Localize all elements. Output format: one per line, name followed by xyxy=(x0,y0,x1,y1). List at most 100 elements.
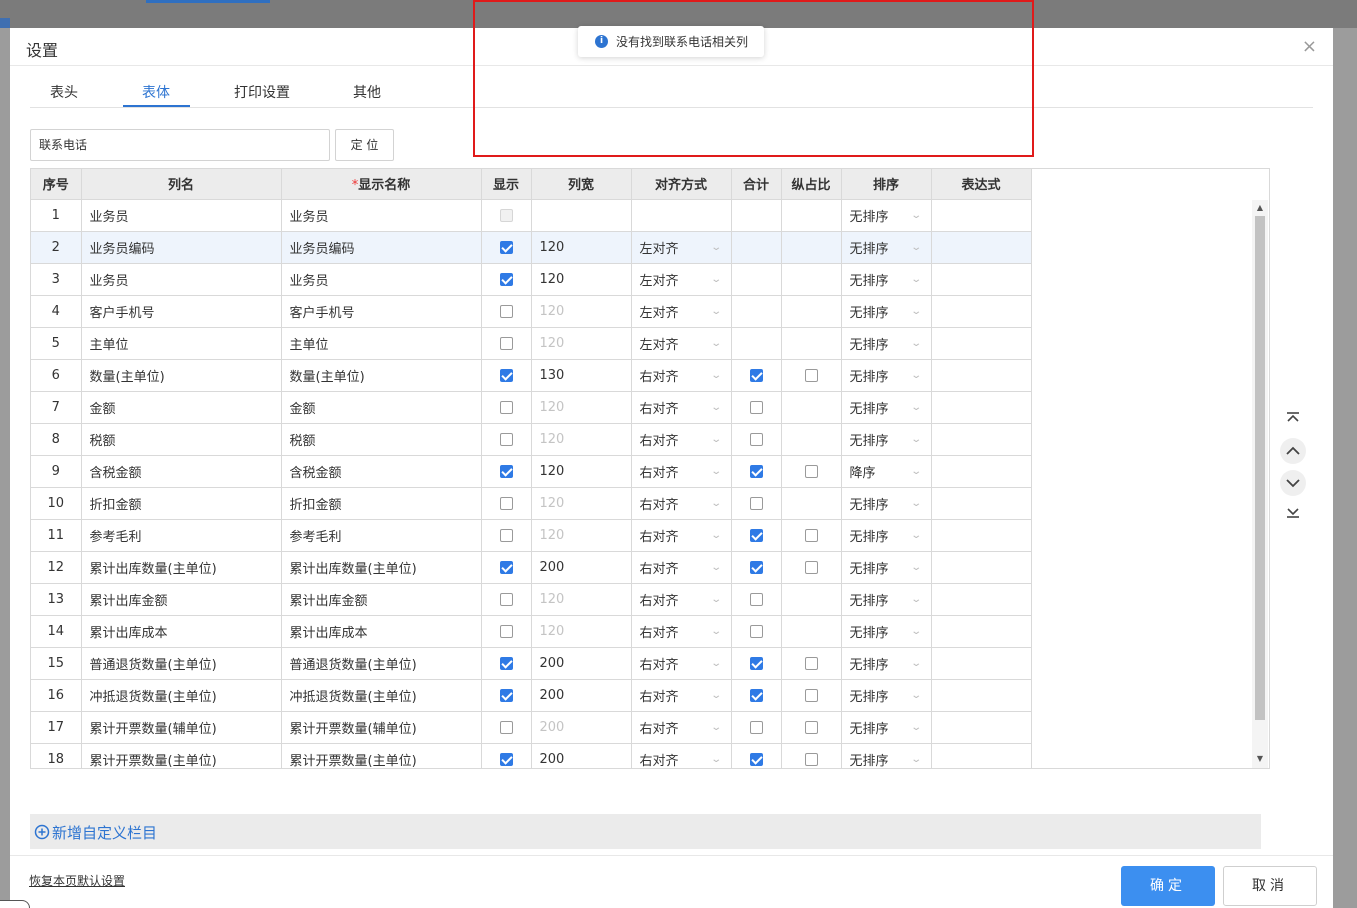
width-cell[interactable]: 120 xyxy=(531,391,632,424)
sum-checkbox[interactable] xyxy=(749,720,763,734)
table-row[interactable]: 16 冲抵退货数量(主单位) 冲抵退货数量(主单位) 200 右对齐 ⌄ 无排序 ⌄ xyxy=(31,679,1032,712)
sum-checkbox[interactable] xyxy=(749,528,763,542)
width-cell[interactable]: 120 xyxy=(531,583,632,616)
expression-cell[interactable] xyxy=(931,583,1032,616)
sum-checkbox[interactable] xyxy=(749,592,763,606)
move-up-icon[interactable] xyxy=(1280,438,1306,464)
table-row[interactable]: 6 数量(主单位) 数量(主单位) 130 右对齐 ⌄ 无排序 ⌄ xyxy=(31,359,1032,392)
sort-select[interactable]: 降序 ⌄ xyxy=(841,455,932,488)
align-select[interactable]: 右对齐 ⌄ xyxy=(631,743,732,768)
expression-cell[interactable] xyxy=(931,487,1032,520)
sort-select[interactable]: 无排序 ⌄ xyxy=(841,679,932,712)
sort-select[interactable]: 无排序 ⌄ xyxy=(841,551,932,584)
width-cell[interactable]: 200 xyxy=(531,679,632,712)
table-row[interactable]: 10 折扣金额 折扣金额 120 右对齐 ⌄ 无排序 ⌄ xyxy=(31,487,1032,520)
sort-select[interactable]: 无排序 ⌄ xyxy=(841,295,932,328)
table-row[interactable]: 7 金额 金额 120 右对齐 ⌄ 无排序 ⌄ xyxy=(31,391,1032,424)
display-name-cell[interactable]: 税额 xyxy=(281,423,482,456)
sum-checkbox[interactable] xyxy=(749,432,763,446)
display-name-cell[interactable]: 累计开票数量(主单位) xyxy=(281,743,482,768)
display-name-cell[interactable]: 参考毛利 xyxy=(281,519,482,552)
width-cell[interactable] xyxy=(531,199,632,232)
align-select[interactable]: 左对齐 ⌄ xyxy=(631,231,732,264)
table-row[interactable]: 17 累计开票数量(辅单位) 累计开票数量(辅单位) 200 右对齐 ⌄ 无排序 ⌄ xyxy=(31,711,1032,744)
sum-checkbox[interactable] xyxy=(749,368,763,382)
width-cell[interactable]: 120 xyxy=(531,231,632,264)
sort-select[interactable]: 无排序 ⌄ xyxy=(841,423,932,456)
align-select[interactable]: 右对齐 ⌄ xyxy=(631,711,732,744)
display-name-cell[interactable]: 业务员编码 xyxy=(281,231,482,264)
table-row[interactable]: 8 税额 税额 120 右对齐 ⌄ 无排序 ⌄ xyxy=(31,423,1032,456)
tab-print-settings[interactable]: 打印设置 xyxy=(234,82,290,102)
align-select[interactable]: 右对齐 ⌄ xyxy=(631,423,732,456)
show-checkbox[interactable] xyxy=(499,272,513,286)
sort-select[interactable]: 无排序 ⌄ xyxy=(841,391,932,424)
ratio-checkbox[interactable] xyxy=(804,368,818,382)
show-checkbox[interactable] xyxy=(499,656,513,670)
align-select[interactable]: 左对齐 ⌄ xyxy=(631,327,732,360)
sort-select[interactable]: 无排序 ⌄ xyxy=(841,583,932,616)
ratio-checkbox[interactable] xyxy=(804,560,818,574)
display-name-cell[interactable]: 累计开票数量(辅单位) xyxy=(281,711,482,744)
width-cell[interactable]: 120 xyxy=(531,487,632,520)
width-cell[interactable]: 120 xyxy=(531,263,632,296)
show-checkbox[interactable] xyxy=(499,400,513,414)
ratio-checkbox[interactable] xyxy=(804,528,818,542)
show-checkbox[interactable] xyxy=(499,592,513,606)
scroll-up-arrow-icon[interactable]: ▲ xyxy=(1252,203,1268,212)
ratio-checkbox[interactable] xyxy=(804,464,818,478)
align-select[interactable]: 右对齐 ⌄ xyxy=(631,519,732,552)
sum-checkbox[interactable] xyxy=(749,656,763,670)
align-select[interactable]: 左对齐 ⌄ xyxy=(631,295,732,328)
display-name-cell[interactable]: 普通退货数量(主单位) xyxy=(281,647,482,680)
width-cell[interactable]: 200 xyxy=(531,743,632,768)
search-input[interactable]: 联系电话 xyxy=(30,129,330,161)
show-checkbox[interactable] xyxy=(499,624,513,638)
expression-cell[interactable] xyxy=(931,359,1032,392)
sort-select[interactable]: 无排序 ⌄ xyxy=(841,487,932,520)
table-row[interactable]: 3 业务员 业务员 120 左对齐 ⌄ 无排序 ⌄ xyxy=(31,263,1032,296)
close-icon[interactable]: × xyxy=(1302,36,1317,57)
show-checkbox[interactable] xyxy=(499,688,513,702)
sort-select[interactable]: 无排序 ⌄ xyxy=(841,327,932,360)
ratio-checkbox[interactable] xyxy=(804,752,818,766)
width-cell[interactable]: 120 xyxy=(531,455,632,488)
sort-select[interactable]: 无排序 ⌄ xyxy=(841,199,932,232)
ratio-checkbox[interactable] xyxy=(804,656,818,670)
expression-cell[interactable] xyxy=(931,615,1032,648)
display-name-cell[interactable]: 累计出库数量(主单位) xyxy=(281,551,482,584)
show-checkbox[interactable] xyxy=(499,464,513,478)
sum-checkbox[interactable] xyxy=(749,752,763,766)
align-select[interactable] xyxy=(631,199,732,232)
width-cell[interactable]: 120 xyxy=(531,295,632,328)
expression-cell[interactable] xyxy=(931,231,1032,264)
width-cell[interactable]: 120 xyxy=(531,519,632,552)
move-down-icon[interactable] xyxy=(1280,470,1306,496)
scrollbar-thumb[interactable] xyxy=(1255,216,1265,720)
align-select[interactable]: 右对齐 ⌄ xyxy=(631,455,732,488)
sort-select[interactable]: 无排序 ⌄ xyxy=(841,231,932,264)
expression-cell[interactable] xyxy=(931,199,1032,232)
locate-button[interactable]: 定 位 xyxy=(335,129,394,161)
display-name-cell[interactable]: 冲抵退货数量(主单位) xyxy=(281,679,482,712)
expression-cell[interactable] xyxy=(931,647,1032,680)
display-name-cell[interactable]: 客户手机号 xyxy=(281,295,482,328)
cancel-button[interactable]: 取消 xyxy=(1223,866,1317,906)
align-select[interactable]: 左对齐 ⌄ xyxy=(631,263,732,296)
table-row[interactable]: 12 累计出库数量(主单位) 累计出库数量(主单位) 200 右对齐 ⌄ 无排序 ⌄ xyxy=(31,551,1032,584)
width-cell[interactable]: 200 xyxy=(531,711,632,744)
tab-header[interactable]: 表头 xyxy=(50,82,78,102)
ratio-checkbox[interactable] xyxy=(804,720,818,734)
show-checkbox[interactable] xyxy=(499,720,513,734)
width-cell[interactable]: 120 xyxy=(531,615,632,648)
display-name-cell[interactable]: 业务员 xyxy=(281,199,482,232)
table-row[interactable]: 4 客户手机号 客户手机号 120 左对齐 ⌄ 无排序 ⌄ xyxy=(31,295,1032,328)
expression-cell[interactable] xyxy=(931,295,1032,328)
display-name-cell[interactable]: 数量(主单位) xyxy=(281,359,482,392)
sort-select[interactable]: 无排序 ⌄ xyxy=(841,743,932,768)
tab-other[interactable]: 其他 xyxy=(353,82,381,102)
expression-cell[interactable] xyxy=(931,519,1032,552)
sum-checkbox[interactable] xyxy=(749,688,763,702)
sort-select[interactable]: 无排序 ⌄ xyxy=(841,647,932,680)
display-name-cell[interactable]: 折扣金额 xyxy=(281,487,482,520)
